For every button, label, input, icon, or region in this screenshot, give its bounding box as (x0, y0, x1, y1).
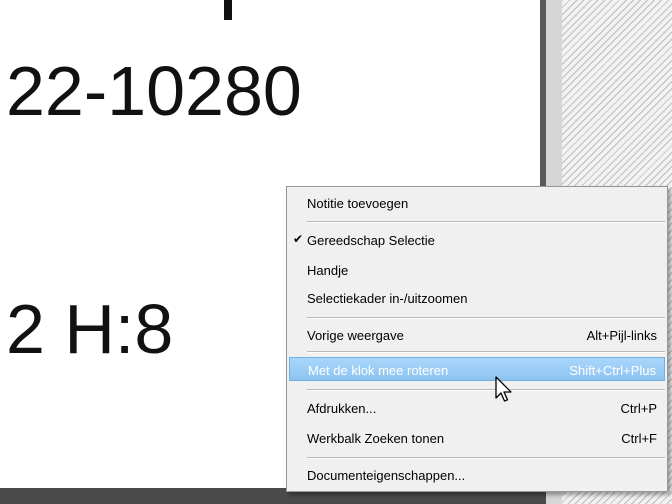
menu-item-label: Selectiekader in-/uitzoomen (307, 291, 468, 306)
menu-separator (307, 389, 665, 391)
menu-item-shortcut: Ctrl+P (620, 401, 657, 416)
menu-item-rotate-clockwise[interactable]: Met de klok mee roteren Shift+Ctrl+Plus (289, 357, 665, 381)
menu-item-label: Afdrukken... (307, 401, 377, 416)
checkmark-icon: ✔ (293, 232, 304, 246)
menu-item-shortcut: Alt+Pijl-links (586, 328, 657, 343)
menu-separator (307, 221, 665, 223)
menu-item-shortcut: Shift+Ctrl+Plus (569, 363, 656, 378)
menu-item-print[interactable]: Afdrukken... Ctrl+P (289, 396, 665, 420)
menu-item-label: Met de klok mee roteren (308, 363, 449, 378)
menu-item-label: Documenteigenschappen... (307, 468, 466, 483)
menu-item-label: Werkbalk Zoeken tonen (307, 431, 445, 446)
document-text-line-1: 22-10280 (6, 52, 302, 130)
menu-item-label: Handje (307, 263, 349, 278)
menu-item-shortcut: Ctrl+F (621, 431, 657, 446)
menu-item-select-tool[interactable]: ✔ Gereedschap Selectie (289, 228, 665, 252)
menu-separator (307, 457, 665, 459)
menu-item-label: Vorige weergave (307, 328, 404, 343)
menu-item-document-properties[interactable]: Documenteigenschappen... (289, 463, 665, 487)
menu-item-add-note[interactable]: Notitie toevoegen (289, 191, 665, 215)
document-text-line-2: 2 H:8 (6, 290, 174, 368)
pdf-viewer-window: 22-10280 2 H:8 Notitie toevoegen ✔ Geree… (0, 0, 672, 504)
mouse-pointer-icon (495, 376, 512, 402)
menu-item-previous-view[interactable]: Vorige weergave Alt+Pijl-links (289, 323, 665, 347)
menu-item-hand-tool[interactable]: Handje (289, 258, 665, 282)
context-menu: Notitie toevoegen ✔ Gereedschap Selectie… (286, 186, 668, 492)
menu-separator (307, 351, 665, 353)
menu-item-label: Gereedschap Selectie (307, 233, 435, 248)
document-glyph-fragment (224, 0, 232, 20)
menu-item-marquee-zoom[interactable]: Selectiekader in-/uitzoomen (289, 286, 665, 310)
menu-item-label: Notitie toevoegen (307, 196, 409, 211)
menu-separator (307, 317, 665, 319)
menu-item-show-search-toolbar[interactable]: Werkbalk Zoeken tonen Ctrl+F (289, 426, 665, 450)
